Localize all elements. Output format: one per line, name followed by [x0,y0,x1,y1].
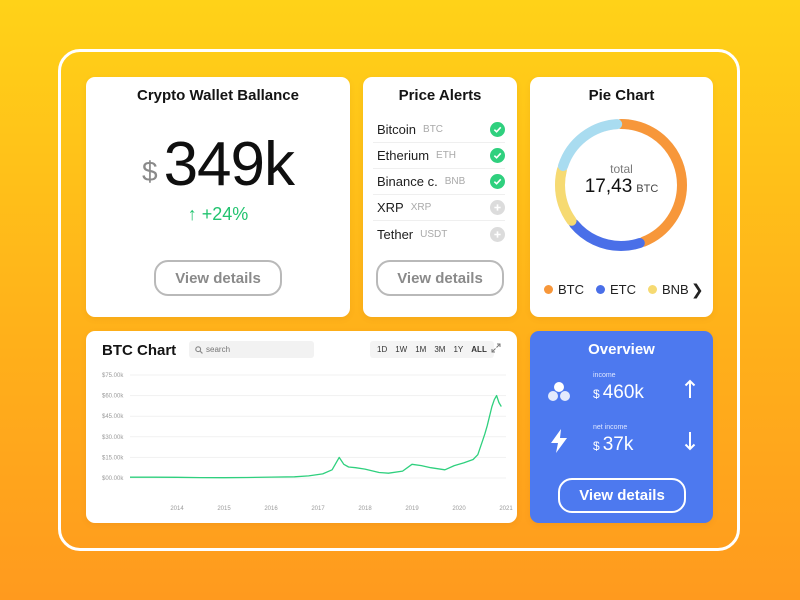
net-income-value: $ 37k [593,434,633,456]
legend-item: ETC [596,282,636,297]
x-tick-label: 2015 [217,506,231,512]
legend-item: BNB [648,282,689,297]
range-button-all[interactable]: ALL [467,345,491,354]
pie-total-unit: BTC [636,183,659,195]
y-tick-label: $45.00k [102,414,124,420]
plus-icon[interactable] [490,200,505,215]
alert-coin-name: XRP [377,200,404,215]
btc-chart-title: BTC Chart [102,342,177,359]
overview-title: Overview [588,341,655,358]
overview-net-income-row: net income $ 37k [530,424,713,464]
alert-coin-name: Bitcoin [377,122,417,137]
pie-total-label: total [610,162,633,176]
net-income-currency: $ [593,439,600,453]
range-button-3m[interactable]: 3M [430,345,449,354]
range-button-1d[interactable]: 1D [373,345,391,354]
alert-coin-symbol: USDT [420,228,448,240]
alert-list: Bitcoin BTC Etherium ETH Binance c. BNB XRP XRP… [373,117,505,247]
legend-label: ETC [610,282,636,297]
range-button-1y[interactable]: 1Y [449,345,467,354]
wallet-title: Crypto Wallet Ballance [137,87,299,104]
x-tick-label: 2021 [499,506,513,512]
pie-total-value: 17,43 [584,176,633,197]
overview-card: Overview income $ 460k net income $ 37k [530,331,713,523]
net-income-label: net income [593,424,628,431]
income-value: $ 460k [593,382,644,404]
x-tick-label: 2020 [452,506,466,512]
time-range-selector: 1D 1W 1M 3M 1Y ALL [370,341,494,358]
search-input[interactable] [206,345,306,354]
expand-icon[interactable] [491,343,501,353]
x-tick-label: 2018 [358,506,372,512]
x-tick-label: 2019 [405,506,419,512]
legend-label: BNB [662,282,689,297]
pie-total: 17,43 BTC [530,176,713,198]
arrow-up-icon: ↑ [187,204,197,224]
alert-coin-name: Binance c. [377,174,438,189]
wallet-view-details-button[interactable]: View details [154,260,282,296]
search-icon [195,345,203,354]
wallet-change-value: +24% [201,204,249,224]
alert-row: XRP XRP [373,195,505,221]
lightning-icon [551,429,567,453]
net-income-amount: 37k [602,434,634,455]
overview-income-row: income $ 460k [530,372,713,412]
pie-legend: BTC ETC BNB [544,282,701,297]
legend-swatch [596,285,605,294]
legend-item: BTC [544,282,584,297]
wallet-change: ↑ +24% [86,204,350,225]
income-amount: 460k [602,382,644,403]
y-tick-label: $15.00k [102,455,124,461]
wallet-balance-card: Crypto Wallet Ballance $ 349k ↑ +24% Vie… [86,77,350,317]
alert-coin-symbol: XRP [410,202,432,213]
alerts-title: Price Alerts [398,87,482,104]
y-tick-label: $00.00k [102,476,124,482]
overview-view-details-button[interactable]: View details [558,478,686,513]
alert-row: Etherium ETH [373,143,505,169]
chart-search [189,341,314,358]
alert-row: Tether USDT [373,221,505,247]
y-tick-label: $30.00k [102,435,124,441]
alert-coin-symbol: BNB [444,176,466,187]
y-tick-label: $75.00k [102,373,124,379]
x-tick-label: 2014 [170,506,184,512]
alert-coin-symbol: ETH [436,150,457,161]
y-tick-label: $60.00k [102,394,124,400]
arrow-down-icon [684,432,696,451]
x-tick-label: 2016 [264,506,278,512]
chevron-right-icon[interactable]: ❯ [691,281,704,299]
btc-line-chart: $00.00k $15.00k $30.00k $45.00k $60.00k $75.0… [102,373,513,512]
alert-row: Binance c. BNB [373,169,505,195]
pie-center: total 17,43 BTC [530,162,713,198]
legend-label: BTC [558,282,584,297]
pie-title: Pie Chart [588,87,655,104]
legend-swatch [648,285,657,294]
x-tick-label: 2017 [311,506,325,512]
check-icon[interactable] [490,174,505,189]
check-icon[interactable] [490,122,505,137]
range-button-1w[interactable]: 1W [391,345,411,354]
btc-chart-card: BTC Chart 1D1W1M3M1YALL $00.00k $15.00k $3… [86,331,517,523]
alert-coin-name: Etherium [377,148,430,163]
price-alerts-card: Price Alerts Bitcoin BTC Etherium ETH Binanc… [363,77,517,317]
wallet-amount: 349k [163,130,295,199]
alert-row: Bitcoin BTC [373,117,505,143]
wallet-value: $ 349k [86,129,350,200]
income-currency: $ [593,387,600,401]
alerts-view-details-button[interactable]: View details [376,260,504,296]
alert-coin-name: Tether [377,226,414,242]
arrow-up-icon [684,379,696,398]
plus-icon[interactable] [490,226,505,242]
alert-coin-symbol: BTC [423,124,444,135]
legend-swatch [544,285,553,294]
income-label: income [593,372,616,379]
wallet-currency: $ [141,156,158,187]
pie-chart-card: Pie Chart total 17,43 BTC BTC ETC BNB ❯ [530,77,713,317]
coins-icon [548,382,570,401]
check-icon[interactable] [490,148,505,163]
range-button-1m[interactable]: 1M [411,345,430,354]
